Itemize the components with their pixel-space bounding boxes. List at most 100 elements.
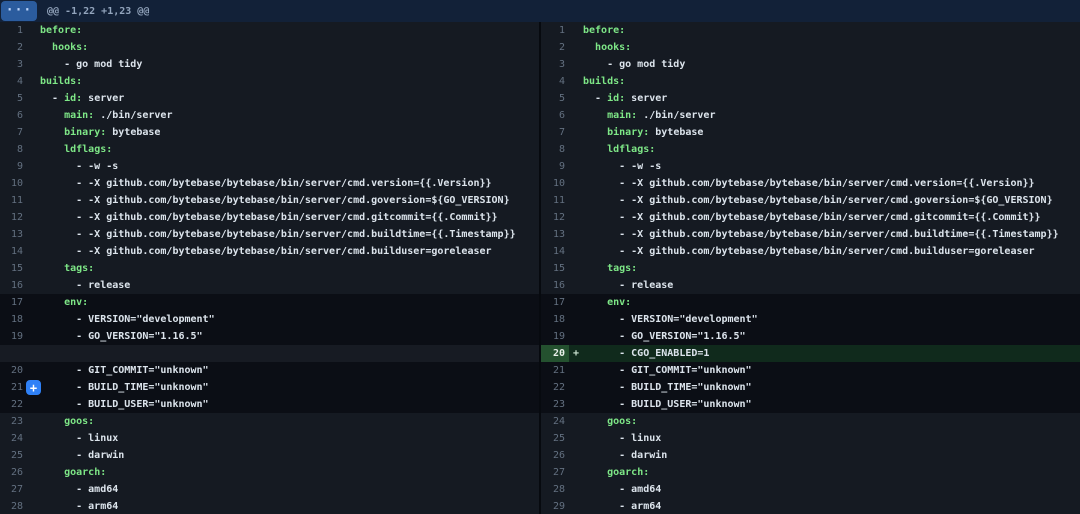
diff-marker-spacer — [30, 345, 40, 362]
line-number[interactable]: 13 — [541, 226, 569, 243]
line-number[interactable]: 7 — [0, 124, 30, 141]
diff-marker-spacer — [30, 498, 40, 514]
diff-marker-spacer — [30, 226, 40, 243]
line-number[interactable]: 16 — [0, 277, 30, 294]
code-line: - -X github.com/bytebase/bytebase/bin/se… — [40, 226, 539, 243]
diff-row: 16 - release — [0, 277, 539, 294]
line-number[interactable]: 20 — [541, 345, 569, 362]
line-number[interactable]: 21 — [541, 362, 569, 379]
line-number[interactable]: 24 — [0, 430, 30, 447]
diff-row: 2 hooks: — [0, 39, 539, 56]
diff-row: 2 hooks: — [541, 39, 1080, 56]
code-line: env: — [40, 294, 539, 311]
line-number[interactable]: 17 — [0, 294, 30, 311]
line-number[interactable]: 13 — [0, 226, 30, 243]
line-number[interactable]: 8 — [0, 141, 30, 158]
diff-row: 9 - -w -s — [541, 158, 1080, 175]
code-line: main: ./bin/server — [40, 107, 539, 124]
diff-row: 26 - darwin — [541, 447, 1080, 464]
line-number[interactable]: 28 — [0, 498, 30, 514]
code-line: - BUILD_USER="unknown" — [583, 396, 1080, 413]
line-number[interactable]: 19 — [0, 328, 30, 345]
line-number[interactable]: 6 — [541, 107, 569, 124]
line-number[interactable]: 24 — [541, 413, 569, 430]
line-number[interactable]: 9 — [541, 158, 569, 175]
diff-row: 6 main: ./bin/server — [0, 107, 539, 124]
diff-marker-spacer — [30, 277, 40, 294]
diff-row: 21 - GIT_COMMIT="unknown" — [541, 362, 1080, 379]
line-number[interactable]: 12 — [0, 209, 30, 226]
line-number[interactable]: 20 — [0, 362, 30, 379]
diff-row: 17 env: — [541, 294, 1080, 311]
line-number[interactable]: 29 — [541, 498, 569, 514]
line-number[interactable]: 3 — [0, 56, 30, 73]
line-number[interactable]: 11 — [0, 192, 30, 209]
line-number[interactable]: 1 — [541, 22, 569, 39]
add-comment-button[interactable]: + — [26, 380, 41, 395]
code-line: - arm64 — [40, 498, 539, 514]
code-line: ldflags: — [40, 141, 539, 158]
line-number[interactable]: 1 — [0, 22, 30, 39]
line-number[interactable]: 4 — [541, 73, 569, 90]
diff-marker-spacer — [569, 277, 583, 294]
line-number[interactable]: 11 — [541, 192, 569, 209]
line-number[interactable]: 18 — [541, 311, 569, 328]
code-line: - GO_VERSION="1.16.5" — [583, 328, 1080, 345]
diff-marker-spacer — [569, 481, 583, 498]
diff-row: 1before: — [541, 22, 1080, 39]
line-number[interactable]: 17 — [541, 294, 569, 311]
line-number[interactable]: 10 — [541, 175, 569, 192]
line-number[interactable]: 14 — [541, 243, 569, 260]
line-number[interactable]: 6 — [0, 107, 30, 124]
line-number[interactable]: 5 — [0, 90, 30, 107]
line-number[interactable]: 23 — [0, 413, 30, 430]
line-number[interactable]: 22 — [541, 379, 569, 396]
diff-marker-spacer — [30, 430, 40, 447]
code-line: - BUILD_USER="unknown" — [40, 396, 539, 413]
line-number[interactable]: 2 — [0, 39, 30, 56]
line-number[interactable]: 3 — [541, 56, 569, 73]
code-line: - -w -s — [40, 158, 539, 175]
line-number[interactable]: 7 — [541, 124, 569, 141]
line-number[interactable]: 14 — [0, 243, 30, 260]
diff-marker-spacer — [30, 209, 40, 226]
line-number[interactable]: 26 — [541, 447, 569, 464]
code-line: - GO_VERSION="1.16.5" — [40, 328, 539, 345]
line-number[interactable]: 25 — [0, 447, 30, 464]
diff-marker-spacer — [569, 158, 583, 175]
code-line: - -X github.com/bytebase/bytebase/bin/se… — [583, 243, 1080, 260]
line-number[interactable]: 19 — [541, 328, 569, 345]
line-number[interactable]: 27 — [0, 481, 30, 498]
diff-row: 4builds: — [541, 73, 1080, 90]
diff-marker-spacer — [30, 73, 40, 90]
code-line: - -X github.com/bytebase/bytebase/bin/se… — [40, 192, 539, 209]
line-number[interactable]: 4 — [0, 73, 30, 90]
diff-row: 14 - -X github.com/bytebase/bytebase/bin… — [0, 243, 539, 260]
code-line: - -X github.com/bytebase/bytebase/bin/se… — [583, 209, 1080, 226]
diff-row: 22 - BUILD_TIME="unknown" — [541, 379, 1080, 396]
code-line: env: — [583, 294, 1080, 311]
diff-row: 10 - -X github.com/bytebase/bytebase/bin… — [0, 175, 539, 192]
line-number[interactable]: 10 — [0, 175, 30, 192]
expand-hunk-button[interactable]: ··· — [1, 1, 37, 21]
diff-marker-spacer — [569, 192, 583, 209]
line-number[interactable]: 16 — [541, 277, 569, 294]
line-number[interactable]: 28 — [541, 481, 569, 498]
line-number[interactable]: 8 — [541, 141, 569, 158]
line-number[interactable]: 2 — [541, 39, 569, 56]
line-number[interactable]: 23 — [541, 396, 569, 413]
line-number[interactable]: 5 — [541, 90, 569, 107]
line-number[interactable]: 9 — [0, 158, 30, 175]
line-number[interactable]: 12 — [541, 209, 569, 226]
line-number[interactable]: 15 — [541, 260, 569, 277]
diff-marker-spacer — [30, 328, 40, 345]
line-number[interactable]: 27 — [541, 464, 569, 481]
line-number[interactable]: 15 — [0, 260, 30, 277]
line-number[interactable]: 22 — [0, 396, 30, 413]
diff-row: 28 - arm64 — [0, 498, 539, 514]
line-number[interactable]: 18 — [0, 311, 30, 328]
diff-row: 24 - linux — [0, 430, 539, 447]
line-number[interactable]: 25 — [541, 430, 569, 447]
line-number[interactable]: 26 — [0, 464, 30, 481]
diff-marker-spacer — [569, 396, 583, 413]
